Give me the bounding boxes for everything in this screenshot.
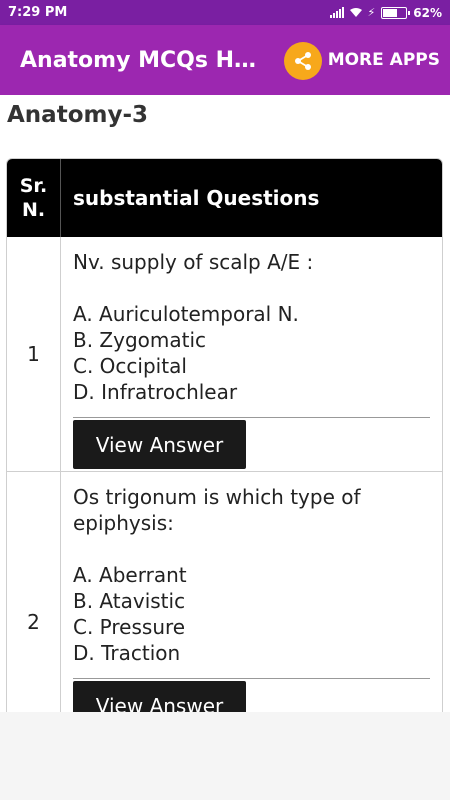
view-answer-button[interactable]: View Answer — [73, 681, 246, 712]
option-c: C. Occipital — [73, 354, 187, 378]
option-b: B. Zygomatic — [73, 328, 207, 352]
option-b: B. Atavistic — [73, 589, 186, 613]
table-row: 1 Nv. supply of scalp A/E : A. Auriculot… — [7, 237, 442, 472]
questions-table: Sr. N. substantial Questions 1 Nv. suppl… — [6, 158, 443, 712]
app-bar: Anatomy MCQs Handbook MORE APPS — [0, 25, 450, 95]
status-icons: ⚡ 62% — [329, 5, 442, 20]
wifi-icon — [349, 7, 362, 17]
question-text: Nv. supply of scalp A/E : — [73, 250, 314, 274]
status-time: 7:29 PM — [8, 5, 68, 20]
page-title: Anatomy-3 — [7, 102, 148, 128]
divider — [73, 417, 430, 418]
option-a: A. Auriculotemporal N. — [73, 302, 299, 326]
option-d: D. Infratrochlear — [73, 380, 238, 404]
header-questions: substantial Questions — [73, 186, 320, 210]
more-apps-button[interactable]: MORE APPS — [328, 25, 440, 95]
option-a: A. Aberrant — [73, 563, 187, 587]
content-area: Anatomy-3 Sr. N. substantial Questions 1… — [0, 95, 450, 712]
table-row: 2 Os trigonum is which type of epiphysis… — [7, 472, 442, 712]
divider — [73, 678, 430, 679]
signal-icon — [329, 7, 344, 18]
table-header: Sr. N. substantial Questions — [7, 159, 442, 237]
option-d: D. Traction — [73, 641, 181, 665]
share-icon — [295, 52, 311, 70]
option-c: C. Pressure — [73, 615, 186, 639]
battery-percent: 62% — [413, 5, 442, 20]
share-button[interactable] — [284, 42, 322, 80]
question-text: Os trigonum is which type of epiphysis: — [73, 485, 361, 535]
question-cell: Os trigonum is which type of epiphysis: … — [61, 472, 442, 712]
app-title: Anatomy MCQs Handbook — [20, 47, 270, 73]
charging-icon: ⚡ — [367, 6, 376, 19]
view-answer-button[interactable]: View Answer — [73, 420, 246, 469]
status-bar: 7:29 PM ⚡ 62% — [0, 0, 450, 25]
question-cell: Nv. supply of scalp A/E : A. Auriculotem… — [61, 237, 442, 471]
row-number: 1 — [7, 237, 61, 471]
header-serial-number: Sr. N. — [7, 159, 61, 237]
battery-icon — [381, 6, 411, 19]
row-number: 2 — [7, 472, 61, 712]
